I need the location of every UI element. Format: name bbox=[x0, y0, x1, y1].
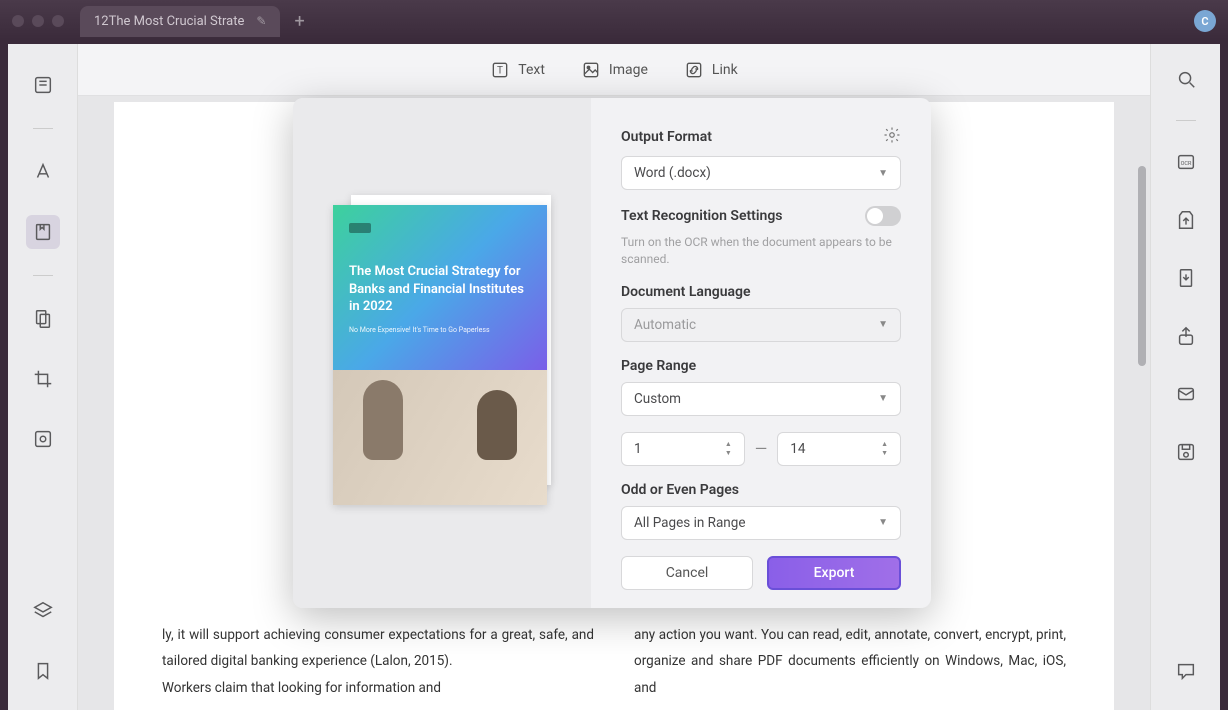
chevron-down-icon: ▼ bbox=[878, 517, 888, 528]
odd-even-select[interactable]: All Pages in Range ▼ bbox=[621, 506, 901, 540]
range-dash: — bbox=[755, 439, 768, 458]
doc-language-select: Automatic ▼ bbox=[621, 308, 901, 342]
page-range-select[interactable]: Custom ▼ bbox=[621, 382, 901, 416]
pages-tool[interactable] bbox=[26, 302, 60, 336]
new-tab-button[interactable]: + bbox=[294, 11, 304, 32]
search-button[interactable] bbox=[1169, 62, 1203, 96]
page-text-col1: ly, it will support achieving consumer e… bbox=[162, 622, 594, 701]
export-modal: The Most Crucial Strategy for Banks and … bbox=[293, 98, 931, 608]
link-label: Link bbox=[712, 62, 738, 78]
preview-page-front: The Most Crucial Strategy for Banks and … bbox=[333, 205, 547, 505]
preview-subtitle: No More Expensive! It's Time to Go Paper… bbox=[349, 326, 531, 334]
tab-title: 12The Most Crucial Strate bbox=[94, 14, 244, 29]
insert-link-button[interactable]: Link bbox=[684, 60, 738, 80]
page-to-value: 14 bbox=[790, 441, 805, 457]
insert-image-button[interactable]: Image bbox=[581, 60, 648, 80]
titlebar: 12The Most Crucial Strate ✎ + C bbox=[0, 0, 1228, 42]
modal-form: Output Format Word (.docx) ▼ Text Recogn… bbox=[591, 98, 931, 608]
output-format-select[interactable]: Word (.docx) ▼ bbox=[621, 156, 901, 190]
chevron-down-icon: ▼ bbox=[878, 319, 888, 330]
preview-logo bbox=[349, 223, 371, 233]
scrollbar-thumb[interactable] bbox=[1138, 166, 1146, 366]
preview-title: The Most Crucial Strategy for Banks and … bbox=[349, 263, 531, 316]
output-format-label: Output Format bbox=[621, 129, 712, 145]
scrollbar[interactable] bbox=[1138, 106, 1146, 700]
image-label: Image bbox=[609, 62, 648, 78]
chat-button[interactable] bbox=[1169, 654, 1203, 688]
save-button[interactable] bbox=[1169, 435, 1203, 469]
cancel-button[interactable]: Cancel bbox=[621, 556, 753, 590]
divider bbox=[33, 128, 53, 129]
gear-icon[interactable] bbox=[883, 126, 901, 148]
divider bbox=[33, 275, 53, 276]
close-window-icon[interactable] bbox=[12, 15, 24, 27]
doc-language-label: Document Language bbox=[621, 284, 901, 300]
mail-button[interactable] bbox=[1169, 377, 1203, 411]
annotate-tool[interactable] bbox=[26, 215, 60, 249]
export-button[interactable]: Export bbox=[767, 556, 901, 590]
window-controls bbox=[12, 15, 64, 27]
highlight-tool[interactable] bbox=[26, 155, 60, 189]
page-to-input[interactable]: 14 ▲▼ bbox=[777, 432, 901, 466]
editor-toolbar: T Text Image Link bbox=[78, 44, 1150, 96]
stepper-icon[interactable]: ▲▼ bbox=[725, 441, 732, 457]
export-label: Export bbox=[814, 565, 855, 581]
avatar[interactable]: C bbox=[1194, 10, 1216, 32]
ocr-label: Text Recognition Settings bbox=[621, 208, 783, 224]
cancel-label: Cancel bbox=[666, 565, 709, 581]
page-text-col2: any action you want. You can read, edit,… bbox=[634, 622, 1066, 701]
insert-text-button[interactable]: T Text bbox=[490, 60, 545, 80]
svg-text:T: T bbox=[497, 65, 503, 76]
convert-button[interactable] bbox=[1169, 203, 1203, 237]
stepper-icon[interactable]: ▲▼ bbox=[881, 441, 888, 457]
document-tab[interactable]: 12The Most Crucial Strate ✎ bbox=[80, 6, 280, 37]
layers-tool[interactable] bbox=[26, 594, 60, 628]
maximize-window-icon[interactable] bbox=[52, 15, 64, 27]
preview-stack: The Most Crucial Strategy for Banks and … bbox=[333, 195, 551, 511]
edit-icon[interactable]: ✎ bbox=[256, 14, 266, 28]
chevron-down-icon: ▼ bbox=[878, 393, 888, 404]
sidebar-left bbox=[8, 44, 78, 710]
ocr-description: Turn on the OCR when the document appear… bbox=[621, 234, 901, 268]
chevron-down-icon: ▼ bbox=[878, 168, 888, 179]
share-button[interactable] bbox=[1169, 319, 1203, 353]
minimize-window-icon[interactable] bbox=[32, 15, 44, 27]
ocr-button[interactable]: OCR bbox=[1169, 145, 1203, 179]
crop-tool[interactable] bbox=[26, 362, 60, 396]
page-range-label: Page Range bbox=[621, 358, 901, 374]
svg-text:OCR: OCR bbox=[1180, 161, 1191, 167]
bookmark-tool[interactable] bbox=[26, 654, 60, 688]
preview-photo bbox=[333, 370, 547, 505]
page-from-input[interactable]: 1 ▲▼ bbox=[621, 432, 745, 466]
export-page-button[interactable] bbox=[1169, 261, 1203, 295]
sidebar-right: OCR bbox=[1150, 44, 1220, 710]
odd-even-value: All Pages in Range bbox=[634, 515, 746, 531]
divider bbox=[1176, 120, 1196, 121]
text-label: Text bbox=[518, 62, 545, 78]
output-format-value: Word (.docx) bbox=[634, 165, 711, 181]
odd-even-label: Odd or Even Pages bbox=[621, 482, 901, 498]
scan-tool[interactable] bbox=[26, 422, 60, 456]
ocr-toggle[interactable] bbox=[865, 206, 901, 226]
modal-preview-pane: The Most Crucial Strategy for Banks and … bbox=[293, 98, 591, 608]
page-range-value: Custom bbox=[634, 391, 681, 407]
thumbnail-tool[interactable] bbox=[26, 68, 60, 102]
page-from-value: 1 bbox=[634, 441, 642, 457]
doc-language-value: Automatic bbox=[634, 317, 696, 333]
